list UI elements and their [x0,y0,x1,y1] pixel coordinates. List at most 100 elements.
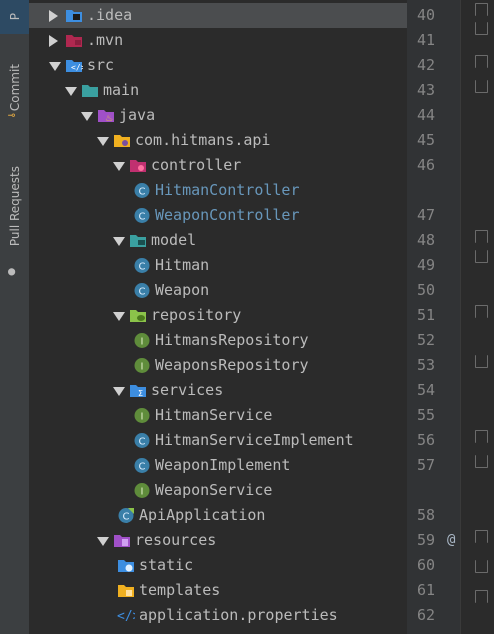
tree-item-label: repository [151,306,242,324]
line-number: 51 [416,306,435,324]
folder-idea-icon [65,7,83,24]
chevron-right-icon[interactable] [49,10,58,22]
folder-controller-icon [129,157,147,174]
tree-row[interactable]: .mvn [29,28,407,53]
svg-text:C: C [139,462,146,473]
fold-marker-icon[interactable] [475,305,488,318]
tree-item-label: WeaponService [155,481,273,499]
line-number: 54 [416,381,435,399]
class-icon: C [133,282,151,299]
tree-row[interactable]: I WeaponService [29,478,407,503]
tree-row[interactable]: I WeaponsRepository [29,353,407,378]
fold-marker-icon[interactable] [475,455,488,468]
line-number: 44 [416,106,435,124]
chevron-right-icon[interactable] [49,35,58,47]
tree-row[interactable]: C WeaponImplement [29,453,407,478]
fold-marker-icon[interactable] [475,22,488,35]
tree-item-label: WeaponImplement [155,456,291,474]
folder-src-icon: </> [65,57,86,74]
svg-text:</>: </> [117,609,135,624]
tree-item-label: Weapon [155,281,210,299]
tree-row[interactable]: </> application.properties [29,603,407,628]
tree-row[interactable]: repository [29,303,407,328]
line-number: 40 [416,6,435,24]
pull-requests-tab-label: Pull Requests [7,165,22,247]
line-number: 55 [416,406,435,424]
line-number: 49 [416,256,435,274]
svg-text:C: C [139,187,146,198]
tree-row[interactable]: ♨ java [29,103,407,128]
line-number: 42 [416,56,435,74]
chevron-down-icon[interactable] [97,537,109,546]
tree-item-label: services [151,381,224,399]
tree-row[interactable]: I HitmansRepository [29,328,407,353]
tree-row[interactable]: static [29,553,407,578]
annotation-marker[interactable]: @ [447,532,455,548]
fold-marker-icon[interactable] [475,80,488,93]
tree-row[interactable]: C HitmanServiceImplement [29,428,407,453]
chevron-down-icon[interactable] [65,87,77,96]
tree-item-label: HitmanServiceImplement [155,431,354,449]
chevron-down-icon[interactable] [113,312,125,321]
fold-marker-icon[interactable] [475,55,488,68]
tree-row[interactable]: com.hitmans.api [29,128,407,153]
chevron-down-icon[interactable] [113,162,125,171]
line-number: 58 [416,506,435,524]
tree-item-label: static [139,556,194,574]
fold-marker-icon[interactable] [475,590,488,603]
chevron-down-icon[interactable] [49,62,61,71]
project-tab[interactable]: P [0,0,29,34]
line-number: 52 [416,331,435,349]
chevron-down-icon[interactable] [81,112,93,121]
tree-row[interactable]: </> src [29,53,407,78]
fold-marker-icon[interactable] [475,355,488,368]
interface-icon: I [133,407,151,424]
tree-row[interactable]: templates [29,578,407,603]
tree-row[interactable]: C ApiApplication [29,503,407,528]
line-number: 50 [416,281,435,299]
tree-row[interactable]: C WeaponController [29,203,407,228]
line-number: 43 [416,81,435,99]
tree-item-label: .mvn [87,31,124,49]
fold-marker-icon[interactable] [475,530,488,543]
tree-row[interactable]: C Weapon [29,278,407,303]
class-icon: C [133,207,151,224]
fold-marker-icon[interactable] [475,430,488,443]
pull-requests-tab[interactable]: Pull Requests [0,150,29,262]
tree-row[interactable]: C Hitman [29,253,407,278]
tree-row[interactable]: .idea [29,3,407,28]
fold-marker-icon[interactable] [475,250,488,263]
chevron-down-icon[interactable] [113,237,125,246]
chevron-down-icon[interactable] [113,387,125,396]
svg-text:C: C [139,212,146,223]
tree-item-label: resources [135,531,217,549]
tree-row[interactable]: Σservices [29,378,407,403]
tree-item-label: com.hitmans.api [135,131,271,149]
tree-item-label: WeaponsRepository [155,356,309,374]
fold-marker-icon[interactable] [475,230,488,243]
project-tree[interactable]: .idea .mvn </> src main ♨ java com.hitmans.api c… [29,0,407,634]
folder-repository-icon [129,307,147,324]
tree-row[interactable]: controller [29,153,407,178]
tree-row[interactable]: C HitmanController [29,178,407,203]
tree-row[interactable]: model [29,228,407,253]
svg-text:I: I [141,487,144,498]
commit-tab-label: Commit [7,64,22,112]
line-number: 48 [416,231,435,249]
tree-item-label: .idea [87,6,133,24]
fold-marker-icon[interactable] [475,560,488,573]
class-icon: C [133,257,151,274]
tree-row[interactable]: resources [29,528,407,553]
svg-text:C: C [139,437,146,448]
chevron-down-icon[interactable] [97,137,109,146]
tree-item-label: templates [139,581,221,599]
line-number: 61 [416,581,435,599]
line-number: 47 [416,206,435,224]
tree-row[interactable]: I HitmanService [29,403,407,428]
fold-marker-icon[interactable] [475,3,488,16]
tree-row[interactable]: main [29,78,407,103]
svg-text:I: I [141,337,144,348]
interface-icon: I [133,332,151,349]
tree-item-label: java [119,106,156,124]
tree-item-label: controller [151,156,242,174]
